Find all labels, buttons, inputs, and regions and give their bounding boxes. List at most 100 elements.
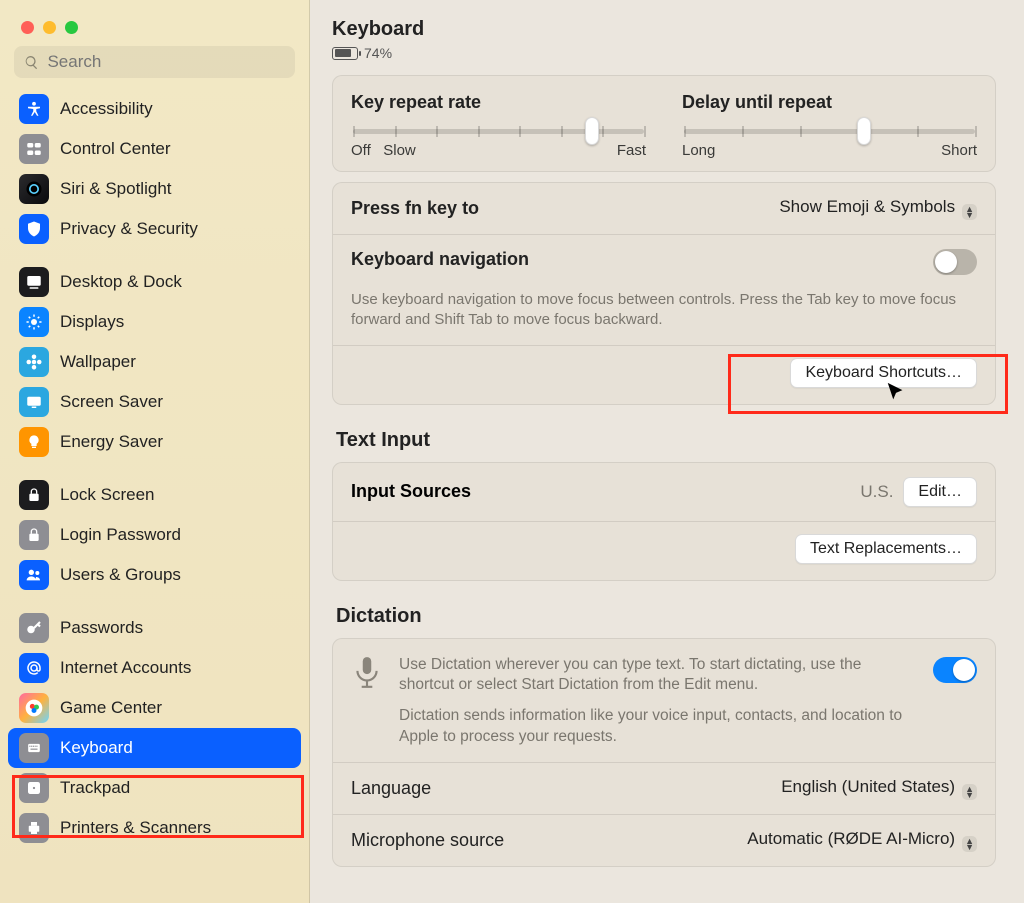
rate-slow-label: Slow [383,142,416,159]
text-replacements-button[interactable]: Text Replacements… [795,534,977,564]
sidebar-item-label: Accessibility [60,99,153,119]
sidebar-item-trackpad[interactable]: Trackpad [8,768,301,808]
sidebar-item-label: Siri & Spotlight [60,179,172,199]
siri-icon [19,174,49,204]
updown-icon: ▲▼ [962,836,977,852]
sidebar-item-label: Privacy & Security [60,219,198,239]
battery-indicator: 74% [332,45,996,61]
battery-icon [332,47,358,60]
sidebar-item-users-groups[interactable]: Users & Groups [8,555,301,595]
updown-icon: ▲▼ [962,784,977,800]
rate-fast-label: Fast [617,142,646,159]
key-icon [19,613,49,643]
sidebar-list: Accessibility Control Center Siri & Spotli… [0,89,309,856]
dock-icon [19,267,49,297]
keyboard-navigation-label: Keyboard navigation [351,249,529,270]
acc-icon [19,94,49,124]
users-icon [19,560,49,590]
delay-short-label: Short [941,142,977,159]
printer-icon [19,813,49,843]
dictation-language-row[interactable]: Language English (United States) ▲▼ [333,763,995,814]
cc-icon [19,134,49,164]
close-window-button[interactable] [21,21,34,34]
sidebar-item-internet-accounts[interactable]: Internet Accounts [8,648,301,688]
sidebar-item-label: Desktop & Dock [60,272,182,292]
dictation-desc-2: Dictation sends information like your vo… [399,706,917,748]
window-controls [0,8,309,34]
sun-icon [19,307,49,337]
page-header: Keyboard 74% [332,18,996,65]
sidebar-item-wallpaper[interactable]: Wallpaper [8,342,301,382]
sidebar-item-game-center[interactable]: Game Center [8,688,301,728]
at-icon [19,653,49,683]
sidebar-item-displays[interactable]: Displays [8,302,301,342]
bulb-icon [19,427,49,457]
sidebar-item-label: Internet Accounts [60,658,191,678]
repeat-card: Key repeat rate Off Slow Fast Delay unti… [332,75,996,172]
sidebar-item-privacy-security[interactable]: Privacy & Security [8,209,301,249]
sidebar-item-control-center[interactable]: Control Center [8,129,301,169]
dictation-language-value: English (United States) [781,777,955,796]
sidebar-item-siri-spotlight[interactable]: Siri & Spotlight [8,169,301,209]
updown-icon: ▲▼ [962,204,977,220]
microphone-source-label: Microphone source [351,830,504,851]
sidebar-item-label: Login Password [60,525,181,545]
sidebar-item-label: Keyboard [60,738,133,758]
delay-until-repeat-label: Delay until repeat [682,92,977,113]
delay-long-label: Long [682,142,715,159]
key-repeat-rate-label: Key repeat rate [351,92,646,113]
battery-percent: 74% [364,45,392,61]
sidebar-item-desktop-dock[interactable]: Desktop & Dock [8,262,301,302]
sidebar-item-label: Wallpaper [60,352,136,372]
lock-icon [19,480,49,510]
sidebar-item-label: Energy Saver [60,432,163,452]
sidebar-item-label: Users & Groups [60,565,181,585]
page-title: Keyboard [332,18,996,41]
tp-icon [19,773,49,803]
sidebar-item-energy-saver[interactable]: Energy Saver [8,422,301,462]
text-input-section-title: Text Input [336,429,996,452]
padlock-icon [19,520,49,550]
sidebar-item-label: Screen Saver [60,392,163,412]
zoom-window-button[interactable] [65,21,78,34]
minimize-window-button[interactable] [43,21,56,34]
fn-label: Press fn key to [351,198,479,219]
keyboard-navigation-desc: Use keyboard navigation to move focus be… [333,289,995,345]
sidebar-item-screen-saver[interactable]: Screen Saver [8,382,301,422]
dictation-card: Use Dictation wherever you can type text… [332,638,996,868]
search-field[interactable] [14,46,295,78]
sidebar-item-label: Control Center [60,139,171,159]
sidebar-item-login-password[interactable]: Login Password [8,515,301,555]
keyboard-shortcuts-button[interactable]: Keyboard Shortcuts… [790,358,977,388]
sidebar-item-label: Game Center [60,698,162,718]
sidebar-item-lock-screen[interactable]: Lock Screen [8,475,301,515]
search-input[interactable] [47,52,285,72]
sidebar-item-printers-scanners[interactable]: Printers & Scanners [8,808,301,848]
input-sources-edit-button[interactable]: Edit… [903,477,977,507]
delay-until-repeat-slider[interactable] [684,129,975,134]
sidebar-item-label: Lock Screen [60,485,155,505]
input-sources-value: U.S. [860,482,893,502]
input-sources-label: Input Sources [351,481,471,502]
search-icon [24,54,39,71]
keyboard-navigation-toggle[interactable] [933,249,977,275]
kb-icon [19,733,49,763]
microphone-source-row[interactable]: Microphone source Automatic (RØDE AI-Mic… [333,815,995,866]
sidebar-item-label: Printers & Scanners [60,818,211,838]
microphone-icon [351,655,383,691]
hand-icon [19,214,49,244]
sidebar-item-label: Passwords [60,618,143,638]
flower-icon [19,347,49,377]
dictation-toggle[interactable] [933,657,977,683]
fn-key-row[interactable]: Press fn key to Show Emoji & Symbols▲▼ [333,183,995,234]
text-input-card: Input Sources U.S. Edit… Text Replacemen… [332,462,996,581]
fn-nav-card: Press fn key to Show Emoji & Symbols▲▼ K… [332,182,996,405]
sidebar-item-keyboard[interactable]: Keyboard [8,728,301,768]
sidebar-item-accessibility[interactable]: Accessibility [8,89,301,129]
key-repeat-rate-slider[interactable] [353,129,644,134]
rate-off-label: Off [351,142,371,159]
screen-icon [19,387,49,417]
microphone-source-value: Automatic (RØDE AI-Micro) [747,829,955,848]
dictation-language-label: Language [351,778,431,799]
sidebar-item-passwords[interactable]: Passwords [8,608,301,648]
